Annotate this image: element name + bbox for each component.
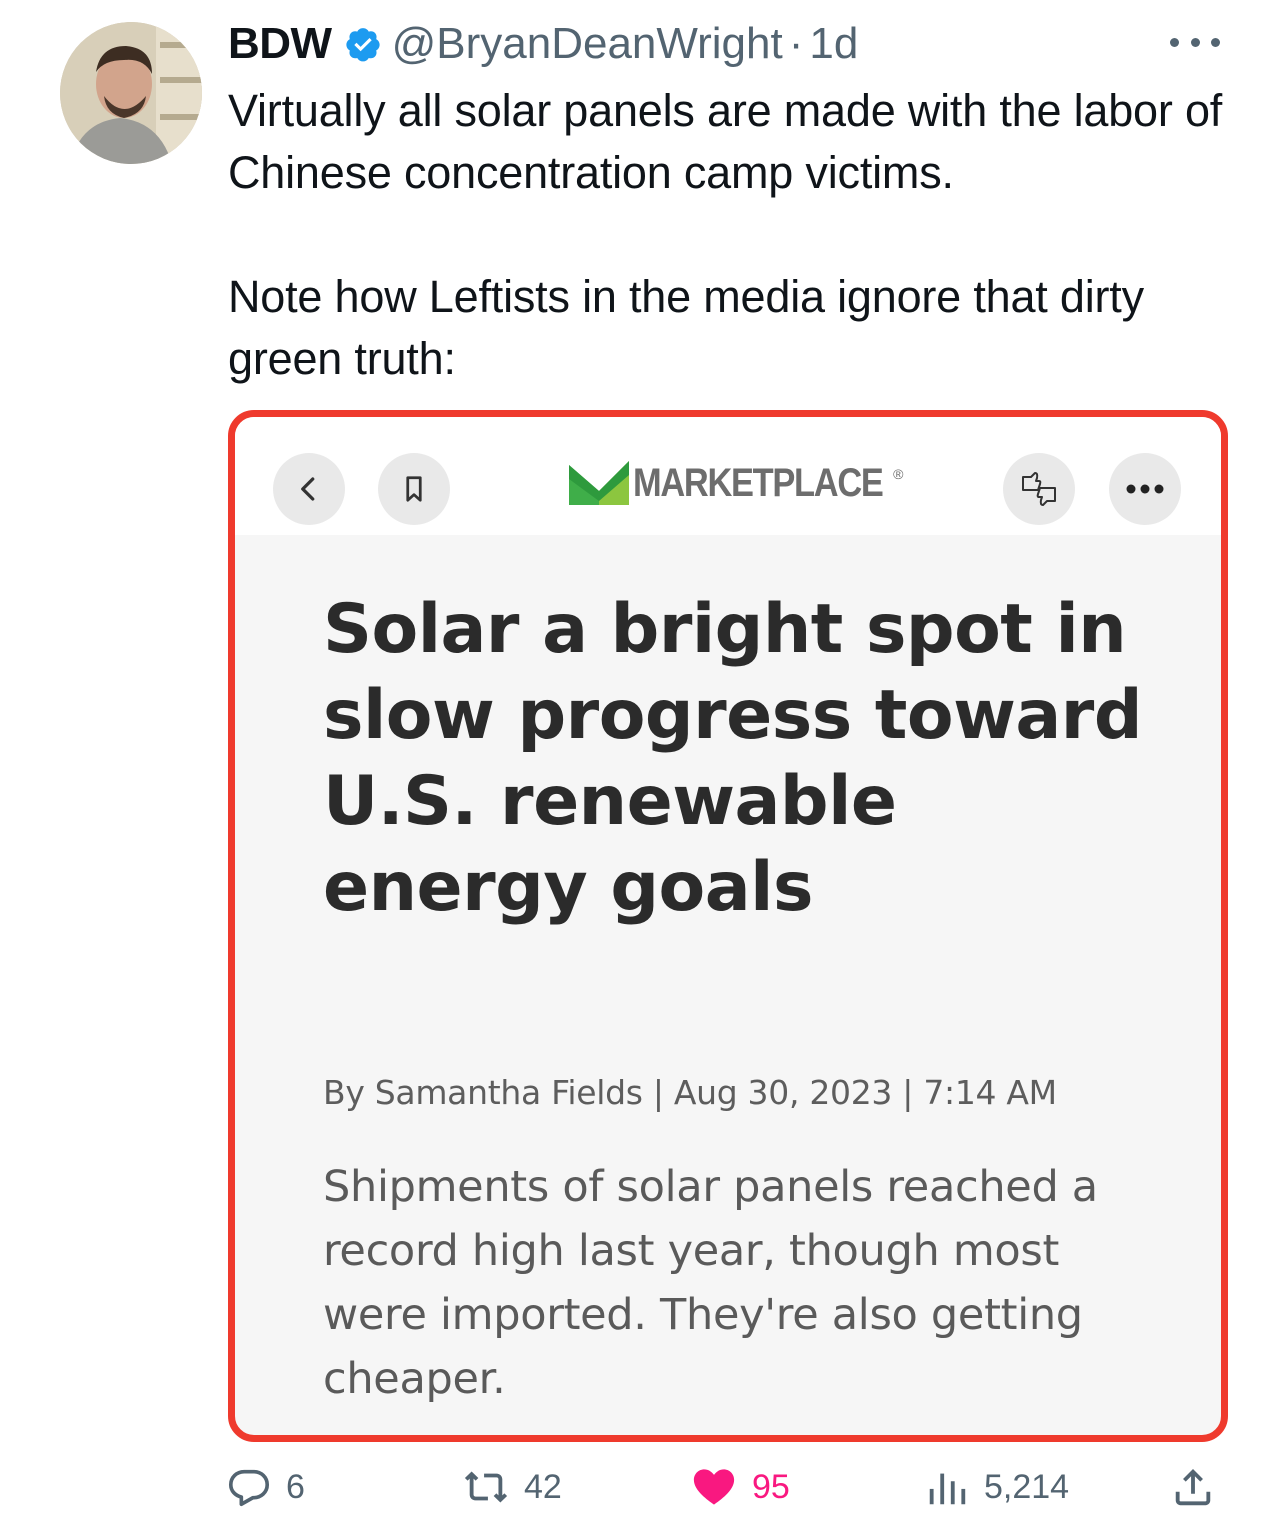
marketplace-wordmark: MARKETPLACE	[633, 460, 884, 505]
like-button[interactable]: 95	[690, 1464, 790, 1510]
share-icon	[1175, 1468, 1211, 1506]
display-name[interactable]: BDW	[228, 19, 332, 69]
tweet-text: Virtually all solar panels are made with…	[228, 80, 1238, 390]
reply-button[interactable]: 6	[226, 1464, 305, 1510]
tweet-header: BDW @BryanDeanWright · 1d	[228, 16, 858, 72]
more-options-icon[interactable]	[1170, 28, 1220, 56]
reply-count: 6	[286, 1467, 305, 1506]
views-button[interactable]: 5,214	[924, 1464, 1069, 1510]
article-byline: By Samantha Fields | Aug 30, 2023 | 7:14…	[323, 1073, 1057, 1112]
user-handle[interactable]: @BryanDeanWright	[392, 19, 783, 69]
thumbs-feedback-icon[interactable]	[1003, 453, 1075, 525]
separator-dot: ·	[788, 19, 804, 68]
repost-button[interactable]: 42	[462, 1464, 562, 1510]
bookmark-icon[interactable]	[378, 453, 450, 525]
marketplace-logo: MARKETPLACE ®	[569, 455, 904, 511]
tweet-paragraph: Virtually all solar panels are made with…	[228, 85, 1223, 198]
article-headline: Solar a bright spot in slow progress tow…	[323, 590, 1143, 927]
timestamp[interactable]: 1d	[809, 19, 858, 69]
article-app-bar: MARKETPLACE ®	[235, 417, 1221, 535]
repost-icon	[464, 1471, 508, 1503]
tweet-action-bar: 6 42 95 5,214	[0, 1458, 1283, 1518]
avatar[interactable]	[60, 22, 202, 164]
repost-count: 42	[524, 1467, 562, 1506]
verified-badge-icon	[344, 25, 382, 63]
registered-mark: ®	[893, 466, 904, 482]
views-count: 5,214	[984, 1467, 1070, 1506]
views-chart-icon	[929, 1473, 966, 1505]
share-button[interactable]	[1170, 1464, 1216, 1510]
heart-icon	[693, 1469, 735, 1505]
article-summary: Shipments of solar panels reached a reco…	[323, 1162, 1098, 1404]
marketplace-logo-mark-icon	[569, 461, 629, 505]
tweet-paragraph: Note how Leftists in the media ignore th…	[228, 271, 1144, 384]
back-icon[interactable]	[273, 453, 345, 525]
article-more-icon[interactable]	[1109, 453, 1181, 525]
embedded-article-image[interactable]: MARKETPLACE ® Solar a bright spot in slo…	[228, 410, 1228, 1442]
like-count: 95	[752, 1467, 790, 1506]
reply-icon	[228, 1469, 270, 1507]
avatar-photo	[60, 22, 202, 164]
